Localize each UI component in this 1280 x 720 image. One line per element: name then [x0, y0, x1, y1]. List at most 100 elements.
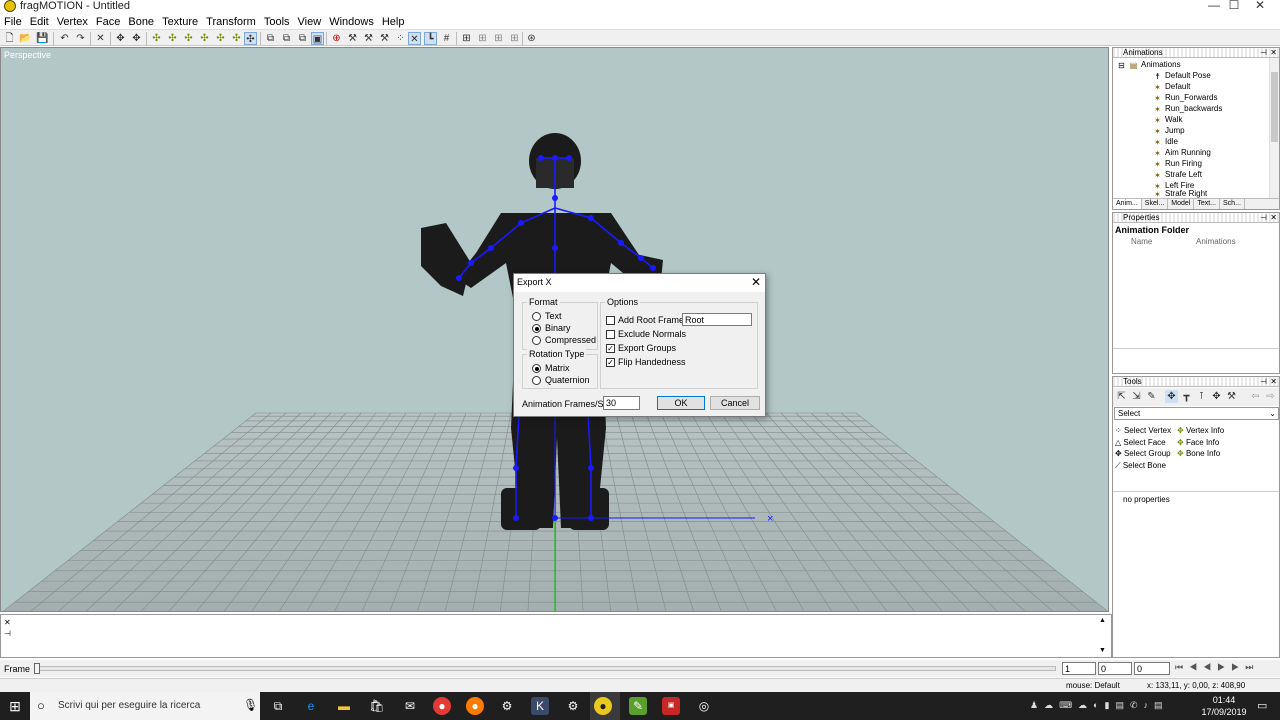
skeleton-joint[interactable] [566, 155, 572, 161]
back-arrow-icon[interactable]: ⇦ [1249, 390, 1262, 403]
frame-slider[interactable] [34, 663, 1056, 674]
skeleton-joint[interactable] [588, 515, 594, 521]
export-groups-checkbox[interactable]: ✓ Export Groups [606, 343, 676, 354]
skeleton-joint[interactable] [488, 245, 494, 251]
panel-close-icon[interactable]: ✕ [1270, 48, 1277, 58]
animation-item[interactable]: ✶ Strafe Right [1153, 190, 1207, 198]
vertex-info-tool[interactable]: ✥ Vertex Info [1177, 425, 1224, 437]
skeleton-joint[interactable] [518, 220, 524, 226]
microphone-icon[interactable]: 🎙 [243, 698, 258, 712]
menu-tools[interactable]: Tools [260, 15, 294, 29]
move-x-icon[interactable]: ✣ [166, 32, 179, 45]
target-icon[interactable]: ⊕ [330, 32, 343, 45]
tree-root[interactable]: ⊟ ▤ Animations [1117, 60, 1180, 70]
animation-item[interactable]: ✶ Strafe Left [1153, 170, 1202, 180]
dialog-close-icon[interactable]: ✕ [748, 275, 764, 290]
skeleton-joint[interactable] [588, 215, 594, 221]
layout-3-icon[interactable]: ⊞ [492, 32, 505, 45]
skeleton-joint[interactable] [456, 275, 462, 281]
steam-icon[interactable]: ⚙ [498, 697, 516, 715]
move-tool-icon[interactable]: ✣ [150, 32, 163, 45]
mail-icon[interactable]: ✉ [401, 697, 419, 715]
notepad-icon[interactable]: ✎ [629, 697, 647, 715]
select-tool-2-icon[interactable]: ✥ [130, 32, 143, 45]
app-k-icon[interactable]: K [531, 697, 549, 715]
frame-end-input[interactable] [1134, 662, 1170, 675]
grid-snap-icon[interactable]: ⁘ [394, 32, 407, 45]
format-compressed-option[interactable]: Compressed [532, 335, 596, 346]
tool-select-dropdown[interactable]: Select ⌄ [1114, 407, 1279, 420]
move-z-icon[interactable]: ✣ [198, 32, 211, 45]
menu-face[interactable]: Face [92, 15, 124, 29]
animation-item[interactable]: ✶ Run_Forwards [1153, 93, 1217, 103]
face-info-tool[interactable]: ✥ Face Info [1177, 437, 1224, 449]
skeleton-joint[interactable] [552, 245, 558, 251]
fps-input[interactable] [603, 396, 640, 410]
task-view-icon[interactable]: ⧉ [269, 697, 287, 715]
exclude-normals-checkbox[interactable]: Exclude Normals [606, 329, 686, 340]
copy-icon[interactable]: ⧉ [264, 32, 277, 45]
bone-create-icon[interactable]: ┳ [1180, 390, 1193, 403]
select-face-tool[interactable]: △ Select Face [1115, 437, 1171, 449]
panel-close-icon[interactable]: ✕ [1270, 213, 1277, 223]
move-mode-icon[interactable]: ⇲ [1130, 390, 1143, 403]
rotation-matrix-option[interactable]: Matrix [532, 363, 570, 374]
layout-4-icon[interactable]: ⊞ [508, 32, 521, 45]
menu-view[interactable]: View [294, 15, 326, 29]
animation-item[interactable]: ✶ Walk [1153, 115, 1182, 125]
bone-delete-icon[interactable]: ⚒ [1225, 390, 1238, 403]
undo-icon[interactable]: ↶ [58, 32, 71, 45]
menu-windows[interactable]: Windows [325, 15, 378, 29]
format-text-option[interactable]: Text [532, 311, 562, 322]
edit-mode-icon[interactable]: ✎ [1145, 390, 1158, 403]
menu-transform[interactable]: Transform [202, 15, 260, 29]
animation-item[interactable]: ✶ Idle [1153, 137, 1178, 147]
redo-icon[interactable]: ↷ [74, 32, 87, 45]
menu-bone[interactable]: Bone [124, 15, 158, 29]
tree-scrollbar[interactable] [1269, 58, 1279, 198]
grid-view-icon[interactable]: # [440, 32, 453, 45]
game-app-icon[interactable]: ▣ [662, 697, 680, 715]
render-icon[interactable]: ⊛ [525, 32, 538, 45]
skeleton-joint[interactable] [638, 255, 644, 261]
close-icon[interactable]: ✕ [1240, 0, 1280, 14]
flip-handedness-checkbox[interactable]: ✓ Flip Handedness [606, 357, 686, 368]
tab-textures[interactable]: Text... [1194, 199, 1221, 209]
move-y-icon[interactable]: ✣ [182, 32, 195, 45]
tab-model[interactable]: Model [1168, 199, 1195, 209]
animation-item[interactable]: ✶ Aim Running [1153, 148, 1211, 158]
output-pin-icon[interactable]: ⊣ [4, 629, 11, 638]
rotate-icon[interactable]: ✣ [214, 32, 227, 45]
axis-view-icon[interactable]: ┗ [424, 32, 437, 45]
bone-tools-icon[interactable]: ✥ [1165, 390, 1178, 403]
root-frame-input[interactable] [682, 313, 752, 326]
windows-start-icon[interactable]: ⊞ [0, 692, 30, 720]
select-bone-tool[interactable]: ⟋ Select Bone [1115, 460, 1171, 472]
panel-close-icon[interactable]: ✕ [1270, 377, 1277, 387]
layout-2-icon[interactable]: ⊞ [476, 32, 489, 45]
taskbar-search-box[interactable]: ○ Scrivi qui per eseguire la ricerca 🎙 [30, 692, 260, 720]
open-folder-icon[interactable]: 📂 [19, 32, 32, 45]
skeleton-joint[interactable] [552, 195, 558, 201]
skeleton-joint[interactable] [552, 515, 558, 521]
animation-item[interactable]: ✶ Run Firing [1153, 159, 1202, 169]
menu-texture[interactable]: Texture [158, 15, 202, 29]
layout-1-icon[interactable]: ⊞ [460, 32, 473, 45]
animation-item[interactable]: ✶ Jump [1153, 126, 1184, 136]
select-group-tool[interactable]: ✥ Select Group [1115, 448, 1171, 460]
tab-animations[interactable]: Anim... [1113, 199, 1142, 209]
bone-info-tool[interactable]: ✥ Bone Info [1177, 448, 1224, 460]
bone-select-icon[interactable]: ✣ [244, 32, 257, 45]
collapse-icon[interactable]: ⊟ [1117, 61, 1126, 70]
group-icon[interactable]: ▣ [311, 32, 324, 45]
file-explorer-icon[interactable]: ▬ [335, 697, 353, 715]
frame-start-input[interactable] [1062, 662, 1096, 675]
scroll-down-icon[interactable]: ▼ [1099, 647, 1106, 654]
edge-browser-icon[interactable]: e [302, 697, 320, 715]
select-tool-icon[interactable]: ✥ [114, 32, 127, 45]
notifications-icon[interactable]: ▭ [1257, 699, 1267, 712]
animation-item[interactable]: ✶ Default [1153, 82, 1190, 92]
rotation-quaternion-option[interactable]: Quaternion [532, 375, 590, 386]
chrome-icon[interactable]: ● [433, 697, 451, 715]
skeleton-joint[interactable] [468, 260, 474, 266]
